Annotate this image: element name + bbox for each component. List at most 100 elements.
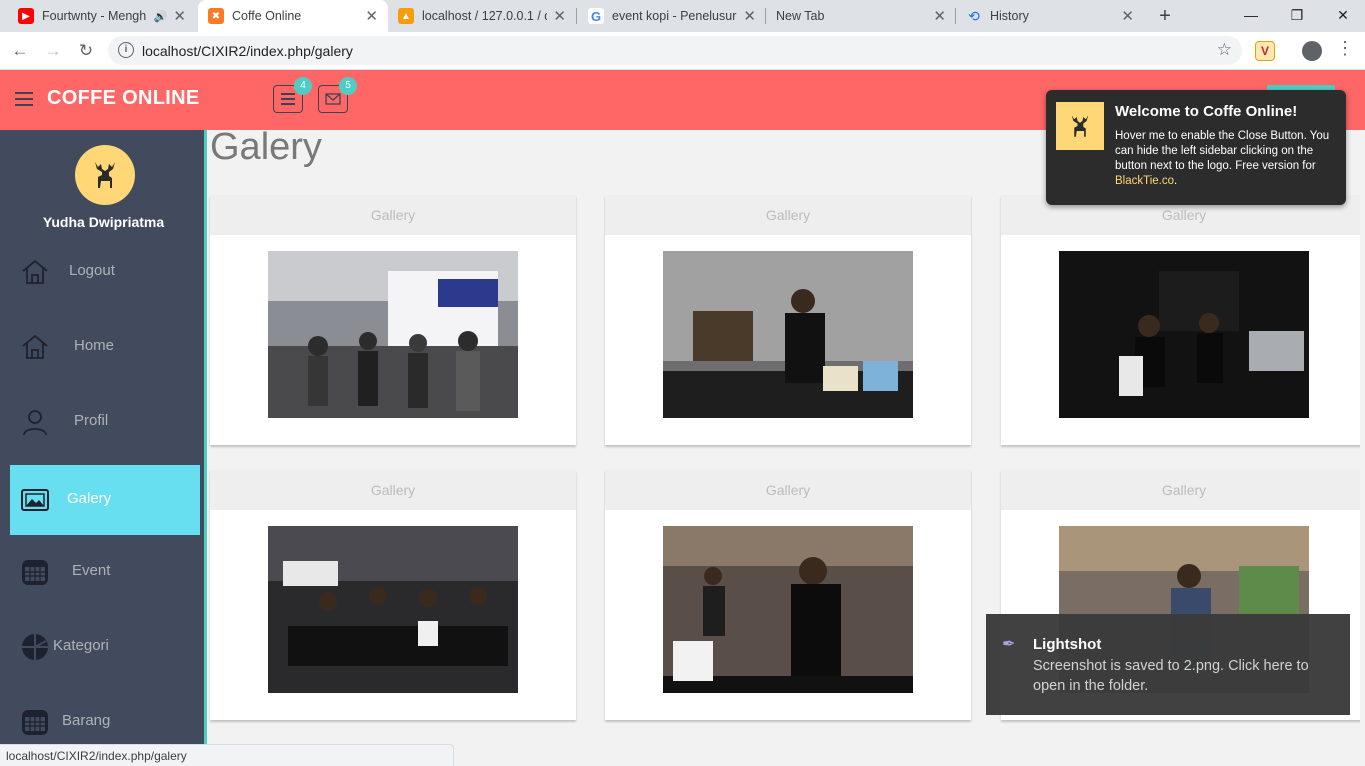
tab-separator: [576, 8, 577, 24]
welcome-notification[interactable]: Welcome to Coffe Online! Hover me to ena…: [1046, 90, 1346, 205]
window-close-button[interactable]: ✕: [1320, 0, 1365, 32]
browser-tab-strip: ▶ Fourtwnty - Mengh 🔊 ✕ ✖ Coffe Online ✕…: [0, 0, 1365, 32]
gallery-photo[interactable]: [268, 526, 518, 693]
sidebar-item-label: Logout: [69, 262, 115, 279]
extension-icon[interactable]: V: [1255, 41, 1275, 61]
forward-button[interactable]: →: [41, 39, 65, 63]
sidebar-item-label: Home: [74, 337, 115, 354]
home-icon: [22, 334, 48, 359]
gallery-photo[interactable]: [663, 526, 913, 693]
xampp-icon: ✖: [208, 8, 224, 24]
sidebar-item-label: Barang: [62, 712, 111, 729]
image-icon: [21, 489, 49, 511]
toast-text: Screenshot is saved to 2.png. Click here…: [1033, 658, 1309, 694]
toast-title: Lightshot: [1033, 636, 1102, 653]
calendar-icon: [22, 560, 48, 585]
welcome-period: .: [1174, 175, 1178, 187]
tab-title: History: [990, 9, 1029, 23]
brand-logo[interactable]: COFFE ONLINE: [47, 87, 200, 110]
card-header: Gallery: [1001, 470, 1365, 510]
close-icon[interactable]: ✕: [173, 7, 186, 25]
card-header: Gallery: [210, 470, 576, 510]
gallery-card: Gallery: [210, 470, 576, 720]
gallery-photo[interactable]: [1059, 251, 1309, 418]
url-text[interactable]: localhost/CIXIR2/index.php/galery: [142, 43, 353, 59]
feather-icon: ✒: [1002, 636, 1016, 653]
avatar[interactable]: [75, 145, 135, 205]
blacktie-link[interactable]: BlackTie.co: [1115, 175, 1174, 187]
tab-title: Coffe Online: [232, 9, 302, 23]
address-bar[interactable]: i localhost/CIXIR2/index.php/galery ☆: [108, 36, 1242, 65]
tab-youtube[interactable]: ▶ Fourtwnty - Mengh 🔊 ✕: [8, 0, 196, 32]
pie-icon: [22, 634, 48, 660]
card-header: Gallery: [605, 195, 971, 235]
mail-icon: [325, 93, 341, 105]
sidebar-item-label: Event: [72, 562, 111, 579]
tasks-icon: [281, 93, 295, 105]
gallery-photo[interactable]: [268, 251, 518, 418]
browser-menu-icon[interactable]: ⋮: [1336, 38, 1354, 59]
maximize-button[interactable]: ❐: [1274, 0, 1320, 32]
tab-title: Fourtwnty - Mengh: [42, 9, 147, 23]
scrollbar[interactable]: [1360, 130, 1365, 766]
sidebar-item-label: Galery: [67, 490, 112, 507]
user-icon: [23, 410, 47, 436]
calendar-icon: [22, 710, 48, 735]
user-name: Yudha Dwipriatma: [42, 214, 165, 230]
tasks-button[interactable]: 4: [273, 77, 312, 113]
history-icon: ⟲: [968, 7, 980, 24]
youtube-icon: ▶: [18, 8, 34, 24]
deer-icon: [95, 162, 115, 188]
sidebar-item-logout[interactable]: Logout: [10, 237, 200, 307]
welcome-title: Welcome to Coffe Online!: [1115, 103, 1298, 120]
home-icon: [22, 259, 48, 284]
sidebar-item-event[interactable]: Event: [10, 537, 200, 607]
tab-new-tab[interactable]: New Tab ✕: [766, 0, 956, 32]
sidebar-item-label: Kategori: [53, 637, 109, 654]
gallery-card: Gallery: [605, 470, 971, 720]
sidebar-toggle-icon[interactable]: [15, 92, 33, 106]
tab-title: event kopi - Penelusura: [612, 9, 738, 23]
close-icon[interactable]: ✕: [743, 7, 756, 25]
close-icon[interactable]: ✕: [365, 7, 378, 25]
welcome-text: Hover me to enable the Close Button. You…: [1115, 129, 1341, 189]
mail-badge: 5: [339, 77, 357, 95]
close-icon[interactable]: ✕: [1121, 7, 1134, 25]
close-icon[interactable]: ✕: [553, 7, 566, 25]
minimize-button[interactable]: —: [1228, 0, 1274, 32]
info-icon[interactable]: i: [118, 42, 134, 58]
close-icon[interactable]: ✕: [933, 7, 946, 25]
sidebar-item-home[interactable]: Home: [10, 312, 200, 382]
speaker-icon[interactable]: 🔊: [154, 10, 168, 23]
tab-google-search[interactable]: G event kopi - Penelusura ✕: [578, 0, 766, 32]
browser-toolbar: ← → ↻ i localhost/CIXIR2/index.php/galer…: [0, 32, 1365, 70]
sidebar-item-galery[interactable]: Galery: [10, 465, 200, 535]
tab-coffe-online[interactable]: ✖ Coffe Online ✕: [198, 0, 388, 32]
back-button[interactable]: ←: [8, 39, 32, 63]
deer-icon: [1071, 115, 1089, 137]
phpmyadmin-icon: ▲: [398, 8, 414, 24]
tab-title: New Tab: [776, 9, 825, 23]
bookmark-star-icon[interactable]: ☆: [1217, 40, 1232, 60]
gallery-card: Gallery: [605, 195, 971, 445]
mail-button[interactable]: 5: [318, 77, 357, 113]
profile-avatar-icon[interactable]: [1302, 41, 1322, 61]
status-url: localhost/CIXIR2/index.php/galery: [0, 744, 454, 766]
tab-phpmyadmin[interactable]: ▲ localhost / 127.0.0.1 / d ✕: [388, 0, 576, 32]
sidebar-item-kategori[interactable]: Kategori: [10, 612, 200, 682]
welcome-body: Hover me to enable the Close Button. You…: [1115, 130, 1330, 172]
page-title: Galery: [210, 126, 322, 168]
reload-button[interactable]: ↻: [74, 39, 98, 63]
deer-logo: [1056, 102, 1104, 150]
card-header: Gallery: [210, 195, 576, 235]
gallery-card: Gallery: [1001, 195, 1365, 445]
gallery-photo[interactable]: [663, 251, 913, 418]
tab-history[interactable]: ⟲ History ✕: [956, 0, 1144, 32]
new-tab-button[interactable]: +: [1153, 4, 1177, 28]
gallery-card: Gallery: [210, 195, 576, 445]
card-header: Gallery: [605, 470, 971, 510]
sidebar-item-profil[interactable]: Profil: [10, 387, 200, 457]
sidebar-item-label: Profil: [74, 412, 109, 429]
google-icon: G: [588, 8, 604, 24]
lightshot-toast[interactable]: ✒ Lightshot Screenshot is saved to 2.png…: [986, 614, 1350, 715]
